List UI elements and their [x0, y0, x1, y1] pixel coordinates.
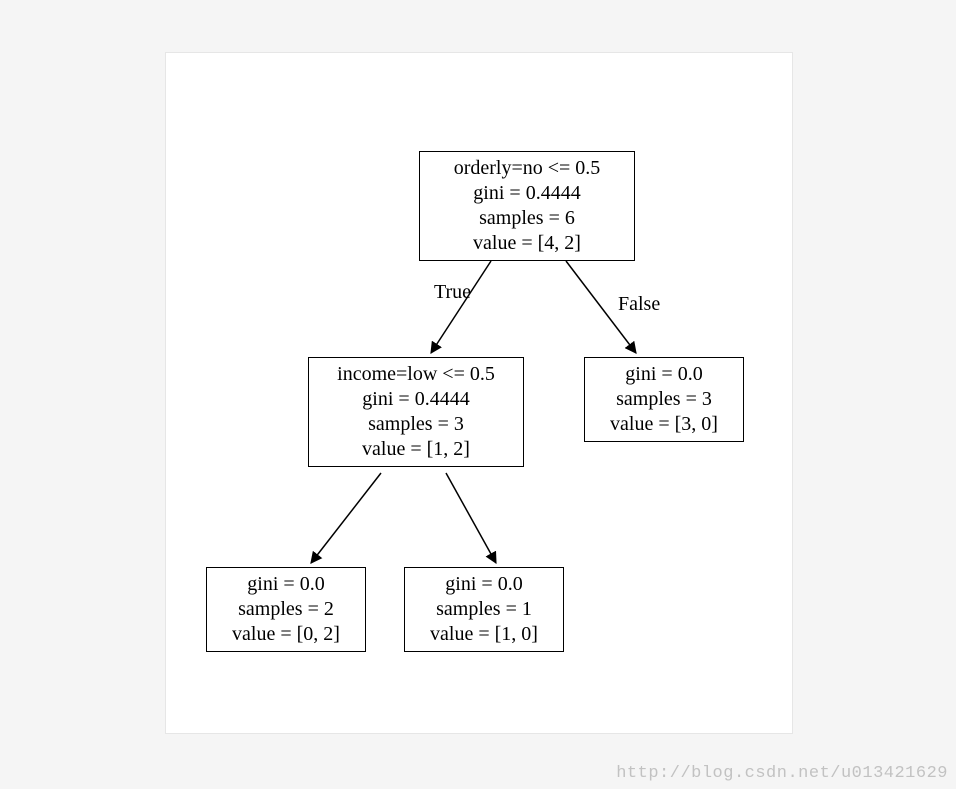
node-condition: orderly=no <= 0.5 — [428, 156, 626, 181]
node-value: value = [3, 0] — [593, 412, 735, 437]
node-samples: samples = 3 — [317, 412, 515, 437]
edge-label-true: True — [434, 281, 471, 304]
tree-node-root: orderly=no <= 0.5 gini = 0.4444 samples … — [419, 151, 635, 261]
decision-tree: True False orderly=no <= 0.5 gini = 0.44… — [166, 53, 792, 733]
edge-label-false: False — [618, 293, 660, 316]
node-value: value = [4, 2] — [428, 231, 626, 256]
node-gini: gini = 0.4444 — [317, 387, 515, 412]
diagram-panel: True False orderly=no <= 0.5 gini = 0.44… — [165, 52, 793, 734]
node-samples: samples = 6 — [428, 206, 626, 231]
node-samples: samples = 2 — [215, 597, 357, 622]
node-condition: income=low <= 0.5 — [317, 362, 515, 387]
node-value: value = [1, 0] — [413, 622, 555, 647]
node-value: value = [0, 2] — [215, 622, 357, 647]
tree-node-lr: gini = 0.0 samples = 1 value = [1, 0] — [404, 567, 564, 652]
node-samples: samples = 1 — [413, 597, 555, 622]
tree-node-left: income=low <= 0.5 gini = 0.4444 samples … — [308, 357, 524, 467]
node-gini: gini = 0.4444 — [428, 181, 626, 206]
tree-node-right: gini = 0.0 samples = 3 value = [3, 0] — [584, 357, 744, 442]
node-value: value = [1, 2] — [317, 437, 515, 462]
node-gini: gini = 0.0 — [593, 362, 735, 387]
node-gini: gini = 0.0 — [215, 572, 357, 597]
watermark-text: http://blog.csdn.net/u013421629 — [616, 764, 948, 783]
node-gini: gini = 0.0 — [413, 572, 555, 597]
node-samples: samples = 3 — [593, 387, 735, 412]
tree-node-ll: gini = 0.0 samples = 2 value = [0, 2] — [206, 567, 366, 652]
